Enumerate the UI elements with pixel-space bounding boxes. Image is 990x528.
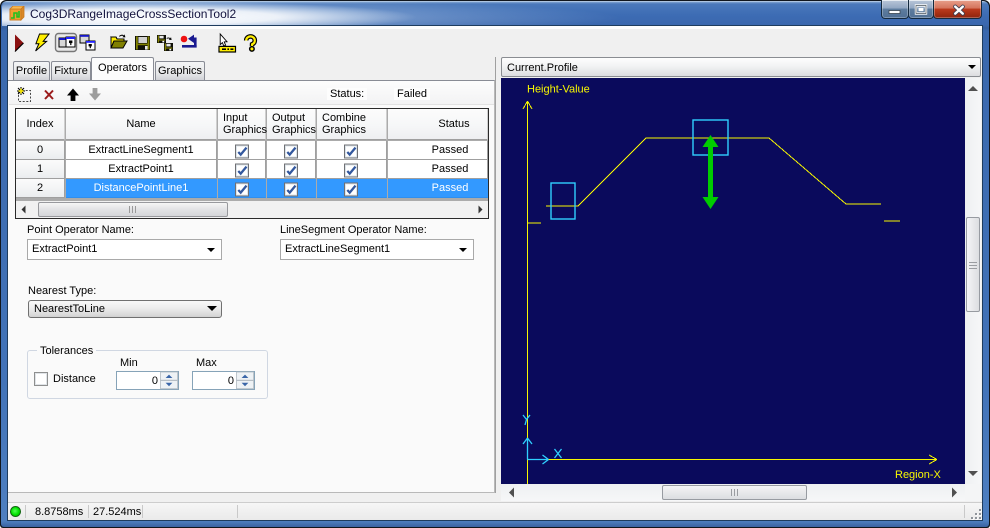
svg-text:Region-X: Region-X xyxy=(895,469,942,481)
svg-text:Height-Value: Height-Value xyxy=(527,84,590,96)
